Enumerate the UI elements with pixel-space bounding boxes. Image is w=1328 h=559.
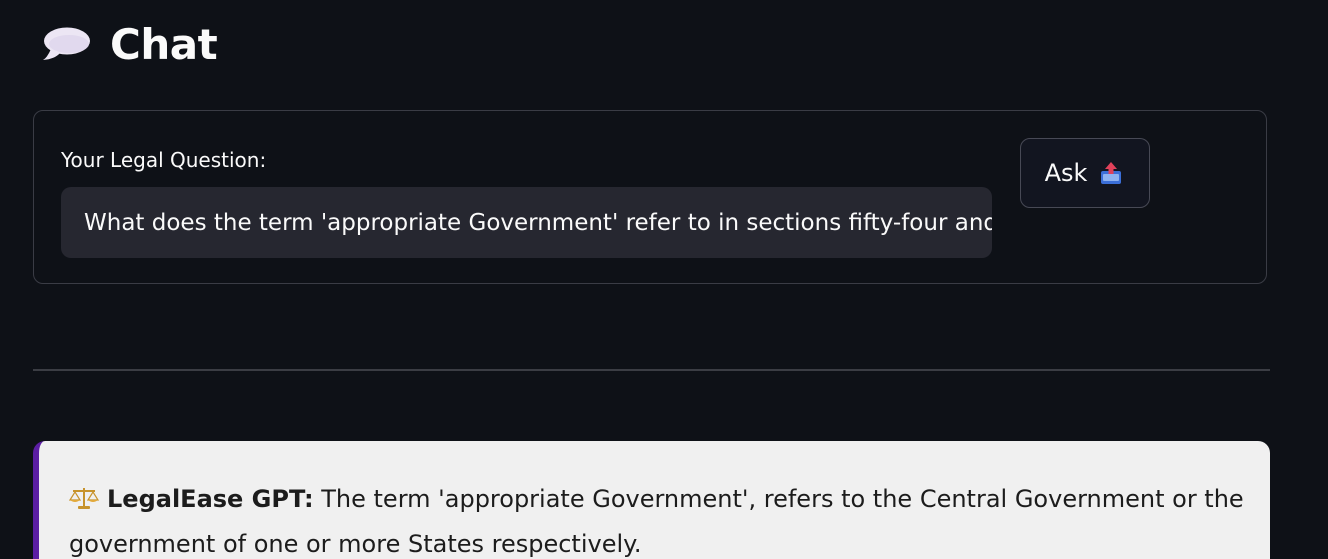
bot-name: LegalEase GPT: — [107, 485, 314, 513]
title-row: Chat — [40, 20, 218, 69]
chat-page: Chat Your Legal Question: What does the … — [0, 0, 1328, 559]
ask-button-label: Ask — [1044, 159, 1088, 187]
answer-message: LegalEase GPT: The term 'appropriate Gov… — [33, 441, 1270, 559]
ask-button[interactable]: Ask — [1020, 138, 1150, 208]
question-form: Your Legal Question: What does the term … — [33, 110, 1267, 284]
answer-line-1: LegalEase GPT: The term 'appropriate Gov… — [69, 477, 1246, 522]
balance-scale-icon — [69, 488, 99, 509]
outbox-tray-icon — [1101, 162, 1122, 184]
question-input-value: What does the term 'appropriate Governme… — [84, 209, 992, 236]
speech-balloon-icon — [43, 27, 90, 60]
divider — [33, 369, 1270, 371]
page-title: Chat — [110, 20, 218, 69]
answer-line-2: government of one or more States respect… — [69, 530, 642, 558]
question-label: Your Legal Question: — [61, 148, 267, 172]
answer-text-1: The term 'appropriate Government', refer… — [313, 485, 1244, 513]
question-input[interactable]: What does the term 'appropriate Governme… — [61, 187, 992, 258]
